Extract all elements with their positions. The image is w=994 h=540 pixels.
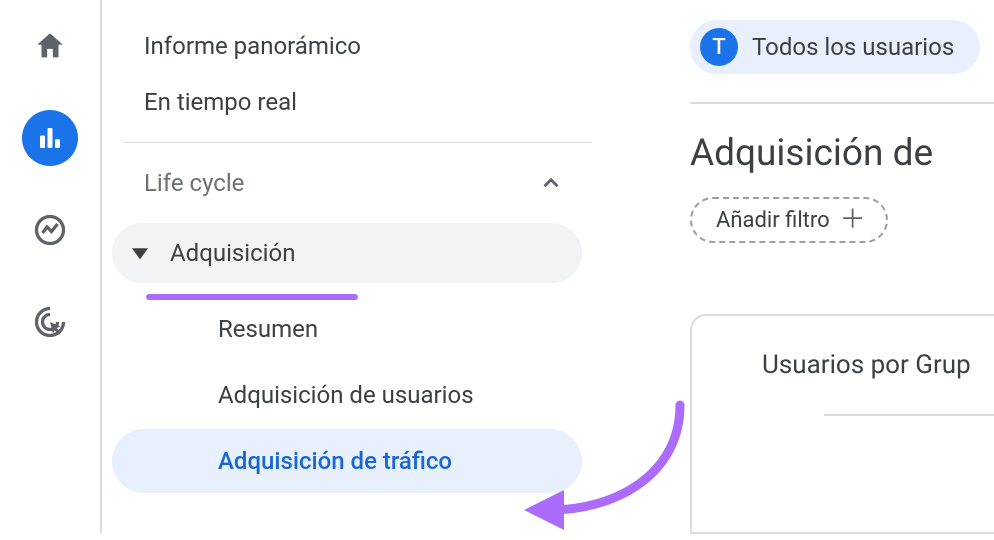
group-label: Adquisición	[170, 239, 295, 267]
trend-circle-icon	[32, 212, 68, 248]
sidebar-top-links: Informe panorámico En tiempo real	[102, 18, 592, 138]
sub-item-summary[interactable]: Resumen	[112, 297, 582, 361]
chevron-up-icon	[538, 170, 564, 196]
sub-item-user-acquisition[interactable]: Adquisición de usuarios	[112, 363, 582, 427]
sub-item-traffic-acquisition[interactable]: Adquisición de tráfico	[112, 429, 582, 493]
add-filter-label: Añadir filtro	[716, 208, 830, 233]
chart-grid-line	[824, 414, 994, 416]
audience-chip[interactable]: T Todos los usuarios	[690, 20, 980, 74]
section-life-cycle[interactable]: Life cycle	[102, 147, 592, 219]
chart-card: Usuarios por Grup	[690, 314, 994, 534]
page-title: Adquisición de	[690, 132, 994, 175]
rail-reports[interactable]	[22, 110, 78, 166]
nav-overview-report[interactable]: Informe panorámico	[102, 18, 592, 74]
annotation-underline	[146, 294, 358, 300]
add-filter-button[interactable]: Añadir filtro ＋	[690, 197, 888, 243]
rail-home[interactable]	[22, 18, 78, 74]
plus-icon: ＋	[840, 207, 866, 233]
main-divider	[690, 102, 994, 104]
nav-realtime[interactable]: En tiempo real	[102, 74, 592, 130]
reports-sidebar: Informe panorámico En tiempo real Life c…	[102, 0, 592, 495]
main-area: T Todos los usuarios Adquisición de Añad…	[690, 20, 994, 243]
rail-advertising[interactable]	[22, 294, 78, 350]
acquisition-sub-items: Resumen Adquisición de usuarios Adquisic…	[102, 289, 592, 493]
rail-explore[interactable]	[22, 202, 78, 258]
sidebar-divider	[122, 142, 592, 143]
home-icon	[33, 29, 67, 63]
icon-rail	[0, 0, 100, 533]
target-click-icon	[32, 304, 68, 340]
chart-card-title: Usuarios por Grup	[762, 350, 994, 380]
group-acquisition[interactable]: Adquisición	[112, 223, 582, 283]
triangle-down-icon	[132, 245, 148, 261]
section-label: Life cycle	[144, 169, 244, 197]
audience-badge: T	[700, 28, 738, 66]
audience-label: Todos los usuarios	[752, 33, 954, 61]
bar-chart-icon	[35, 123, 65, 153]
